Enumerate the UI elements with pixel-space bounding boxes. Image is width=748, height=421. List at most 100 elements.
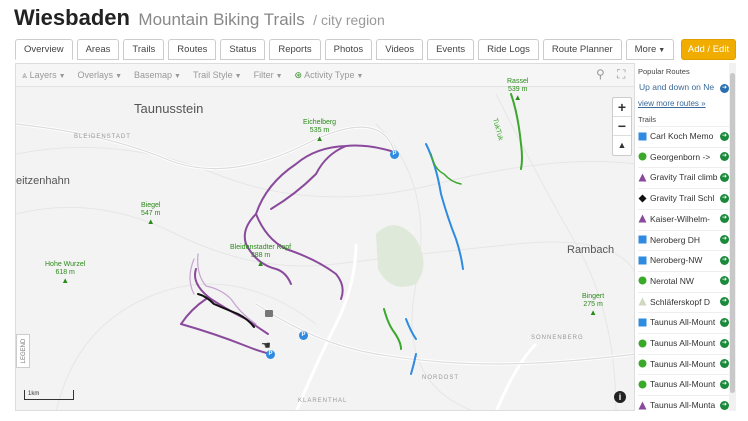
zoom-out-button[interactable]: − [613,117,631,136]
legend-button[interactable]: LEGEND [16,334,30,368]
arrow-right-icon[interactable]: ➜ [720,193,729,203]
trail-name: Taunus All-Mount [650,358,716,369]
place-rambach: Rambach [567,244,615,256]
trail-list-item[interactable]: Carl Koch Memo ➜ [638,126,729,145]
tab-trails[interactable]: Trails [123,39,165,60]
caret-down-icon: ▼ [658,47,666,54]
trail-name: Carl Koch Memo [650,131,714,141]
green-circle-icon [638,152,647,161]
trail-list-item[interactable]: Kaiser-Wilhelm- ➜ [638,208,729,228]
peak-eichelberg: Eichelberg 535 m ▲ [303,119,336,143]
peak-icon: ▲ [256,259,265,268]
compass-button[interactable]: ▲ [613,136,631,155]
tab-reports[interactable]: Reports [269,39,321,60]
tab-status[interactable]: Status [220,39,266,60]
activity-type-control[interactable]: ⊛ Activity Type ▼ [295,70,364,81]
activity-type-label: Activity Type [304,69,355,80]
popular-route-name: Up and down on Ne [639,82,715,92]
trail-style-label: Trail Style [192,70,233,80]
tab-areas[interactable]: Areas [76,39,120,60]
blue-square-icon [638,235,647,244]
arrow-right-icon[interactable]: ➜ [720,359,729,369]
tab-more[interactable]: More ▼ [625,39,675,60]
parking-icon[interactable]: P [299,331,308,340]
arrow-right-icon[interactable]: ➜ [720,235,729,244]
caret-down-icon: ▼ [58,72,66,80]
trail-list-item[interactable]: Gravity Trail Schl ➜ [638,188,729,207]
sidebar: Popular Routes Up and down on Ne ➜ view m… [636,63,736,411]
tab-events[interactable]: Events [427,39,475,60]
parking-icon[interactable]: P [390,150,399,159]
trail-list-item[interactable]: Taunus All-Munta ➜ [638,395,729,414]
trail-list-item[interactable]: Georgenborn -> ➜ [638,146,729,166]
arrow-right-icon[interactable]: ➜ [720,297,729,307]
page-title: Wiesbaden Mountain Biking Trails / city … [14,5,385,31]
arrow-right-icon[interactable]: ➜ [720,214,729,224]
location-pin-icon[interactable]: ⚲ [596,67,605,81]
zoom-in-button[interactable]: + [613,98,631,117]
tab-ride-logs[interactable]: Ride Logs [478,39,539,60]
peak-biegel: Biegel 547 m ▲ [141,202,160,226]
trail-list-item[interactable]: Taunus All-Mount ➜ [638,312,729,331]
place-bleidenstadt: BLEIDENSTADT [74,134,131,140]
peak-name: Biegel [141,202,161,209]
scrollbar-thumb[interactable] [730,73,735,393]
tab-routes[interactable]: Routes [168,39,217,60]
trail-list-item[interactable]: Neroberg-NW ➜ [638,250,729,269]
layers-control[interactable]: ⩓ Layers ▼ [22,70,66,81]
trail-list-item[interactable]: Gravity Trail climb ➜ [638,167,729,186]
trail-list-item[interactable]: Nerotal NW ➜ [638,270,729,290]
peak-icon: ▲ [589,308,598,317]
peak-icon: ▲ [513,93,522,102]
purple-triangle-icon [638,401,647,410]
trail-name: Schläferskopf D [650,296,710,307]
trail-list-item[interactable]: Taunus All-Mount ➜ [638,374,729,393]
arrow-right-icon[interactable]: ➜ [720,255,729,265]
info-icon[interactable]: i [614,391,626,403]
trail-name: Taunus All-Mount [650,317,716,328]
arrow-right-icon[interactable]: ➜ [720,400,729,410]
arrow-right-icon[interactable]: ➜ [720,276,729,286]
legend-label: LEGEND [21,338,27,364]
scale-bar: 1km [24,390,74,400]
peak-bleidenstadter-kopf: Bleidenstadter Kopf 388 m ▲ [230,244,291,268]
trail-list-item[interactable]: Taunus All-Mount ➜ [638,333,729,352]
tab-route-planner[interactable]: Route Planner [542,39,622,60]
trail-name: Nerotal NW [650,275,694,286]
purple-triangle-icon [638,173,647,182]
filter-control[interactable]: Filter ▼ [254,70,283,80]
tab-videos[interactable]: Videos [376,39,424,60]
add-edit-button[interactable]: Add / Edit [681,39,736,60]
trail-list-item[interactable]: Neroberg DH ➜ [638,229,729,249]
place-taunusstein: Taunusstein [134,101,204,116]
tab-overview[interactable]: Overview [15,39,73,60]
arrow-right-icon[interactable]: ➜ [720,379,729,389]
popular-route-link[interactable]: Up and down on Ne ➜ [639,82,729,96]
arrow-right-icon[interactable]: ➜ [720,338,729,348]
overlays-control[interactable]: Overlays ▼ [78,70,122,80]
peak-name: Rassel [507,78,529,85]
blue-square-icon [638,132,647,141]
fullscreen-icon[interactable]: ⛶ [617,67,625,82]
arrow-right-icon[interactable]: ➜ [720,317,729,327]
purple-triangle-icon [638,214,647,223]
basemap-control[interactable]: Basemap ▼ [134,70,181,80]
trail-list-item[interactable]: Schläferskopf D ➜ [638,291,729,311]
arrow-right-icon[interactable]: ➜ [720,152,729,162]
peak-hohe-wurzel: Hohe Wurzel 618 m ▲ [45,261,85,285]
arrow-right-icon[interactable]: ➜ [720,172,729,182]
arrow-right-icon[interactable]: ➜ [720,131,729,141]
overlays-label: Overlays [77,70,114,80]
caret-down-icon: ▼ [234,73,242,80]
poi-icon[interactable] [265,310,273,317]
view-more-routes-link[interactable]: view more routes » [638,99,706,108]
peak-rassel: Rassel 539 m ▲ [507,78,528,102]
trail-name: Taunus All-Munta [650,400,716,411]
zoom-controls: + − ▲ [612,97,632,156]
trail-style-control[interactable]: Trail Style ▼ [193,70,242,80]
trail-map[interactable]: ⩓ Layers ▼ Overlays ▼ Basemap ▼ Trail Style… [15,63,635,411]
tab-photos[interactable]: Photos [324,39,373,60]
filter-label: Filter [253,70,274,80]
trail-name: Gravity Trail climb [650,172,718,183]
trail-list-item[interactable]: Taunus All-Mount ➜ [638,353,729,373]
